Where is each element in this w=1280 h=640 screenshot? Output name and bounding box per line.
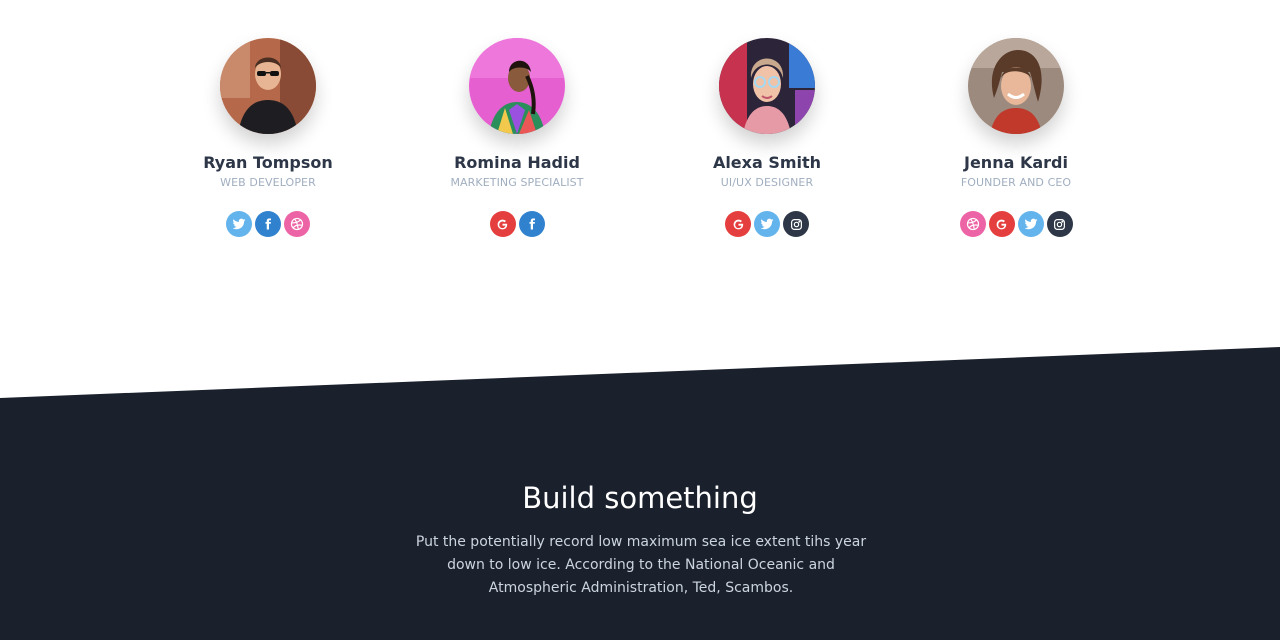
member-role: UI/UX DESIGNER bbox=[720, 176, 814, 189]
cta-section bbox=[0, 398, 1280, 640]
dribbble-button[interactable] bbox=[959, 211, 986, 237]
social-links bbox=[148, 211, 388, 237]
team-member-card: Ryan Tompson WEB DEVELOPER bbox=[148, 38, 388, 237]
google-icon bbox=[497, 219, 508, 229]
google-icon bbox=[733, 219, 743, 229]
dribbble-button[interactable] bbox=[284, 211, 310, 237]
dribbble-icon bbox=[966, 217, 979, 231]
member-name: Romina Hadid bbox=[454, 153, 580, 172]
member-role: WEB DEVELOPER bbox=[220, 176, 316, 189]
instagram-icon bbox=[1054, 218, 1065, 230]
instagram-button[interactable] bbox=[783, 211, 809, 237]
cta-description: Put the potentially record low maximum s… bbox=[415, 534, 867, 596]
twitter-button[interactable] bbox=[754, 211, 780, 237]
twitter-icon bbox=[1024, 218, 1037, 230]
facebook-icon bbox=[529, 218, 535, 230]
team-member-card: Romina Hadid MARKETING SPECIALIST bbox=[397, 38, 637, 237]
avatar bbox=[968, 38, 1064, 134]
team-section: Ryan Tompson WEB DEVELOPER Romina Hadid … bbox=[0, 0, 1280, 300]
member-name: Jenna Kardi bbox=[964, 153, 1068, 172]
instagram-icon bbox=[790, 218, 802, 230]
google-icon bbox=[996, 219, 1007, 229]
member-name: Ryan Tompson bbox=[203, 153, 333, 172]
twitter-button[interactable] bbox=[1017, 211, 1044, 237]
avatar bbox=[220, 38, 316, 134]
avatar bbox=[719, 38, 815, 134]
facebook-icon bbox=[265, 218, 271, 230]
team-member-card: Alexa Smith UI/UX DESIGNER bbox=[647, 38, 887, 237]
social-links bbox=[397, 211, 637, 237]
section-divider bbox=[0, 347, 1280, 400]
twitter-icon bbox=[232, 218, 246, 230]
team-member-card: Jenna Kardi FOUNDER AND CEO bbox=[896, 38, 1136, 237]
avatar bbox=[469, 38, 565, 134]
twitter-button[interactable] bbox=[226, 211, 252, 237]
facebook-button[interactable] bbox=[518, 211, 545, 237]
twitter-icon bbox=[760, 218, 774, 230]
dribbble-icon bbox=[290, 217, 304, 231]
cta-title: Build something bbox=[522, 481, 758, 515]
member-role: MARKETING SPECIALIST bbox=[450, 176, 584, 189]
google-button[interactable] bbox=[725, 211, 751, 237]
facebook-button[interactable] bbox=[255, 211, 281, 237]
member-role: FOUNDER AND CEO bbox=[960, 176, 1072, 189]
instagram-button[interactable] bbox=[1046, 211, 1073, 237]
member-name: Alexa Smith bbox=[712, 153, 822, 172]
google-button[interactable] bbox=[988, 211, 1015, 237]
google-button[interactable] bbox=[489, 211, 516, 237]
social-links bbox=[647, 211, 887, 237]
social-links bbox=[896, 211, 1136, 237]
